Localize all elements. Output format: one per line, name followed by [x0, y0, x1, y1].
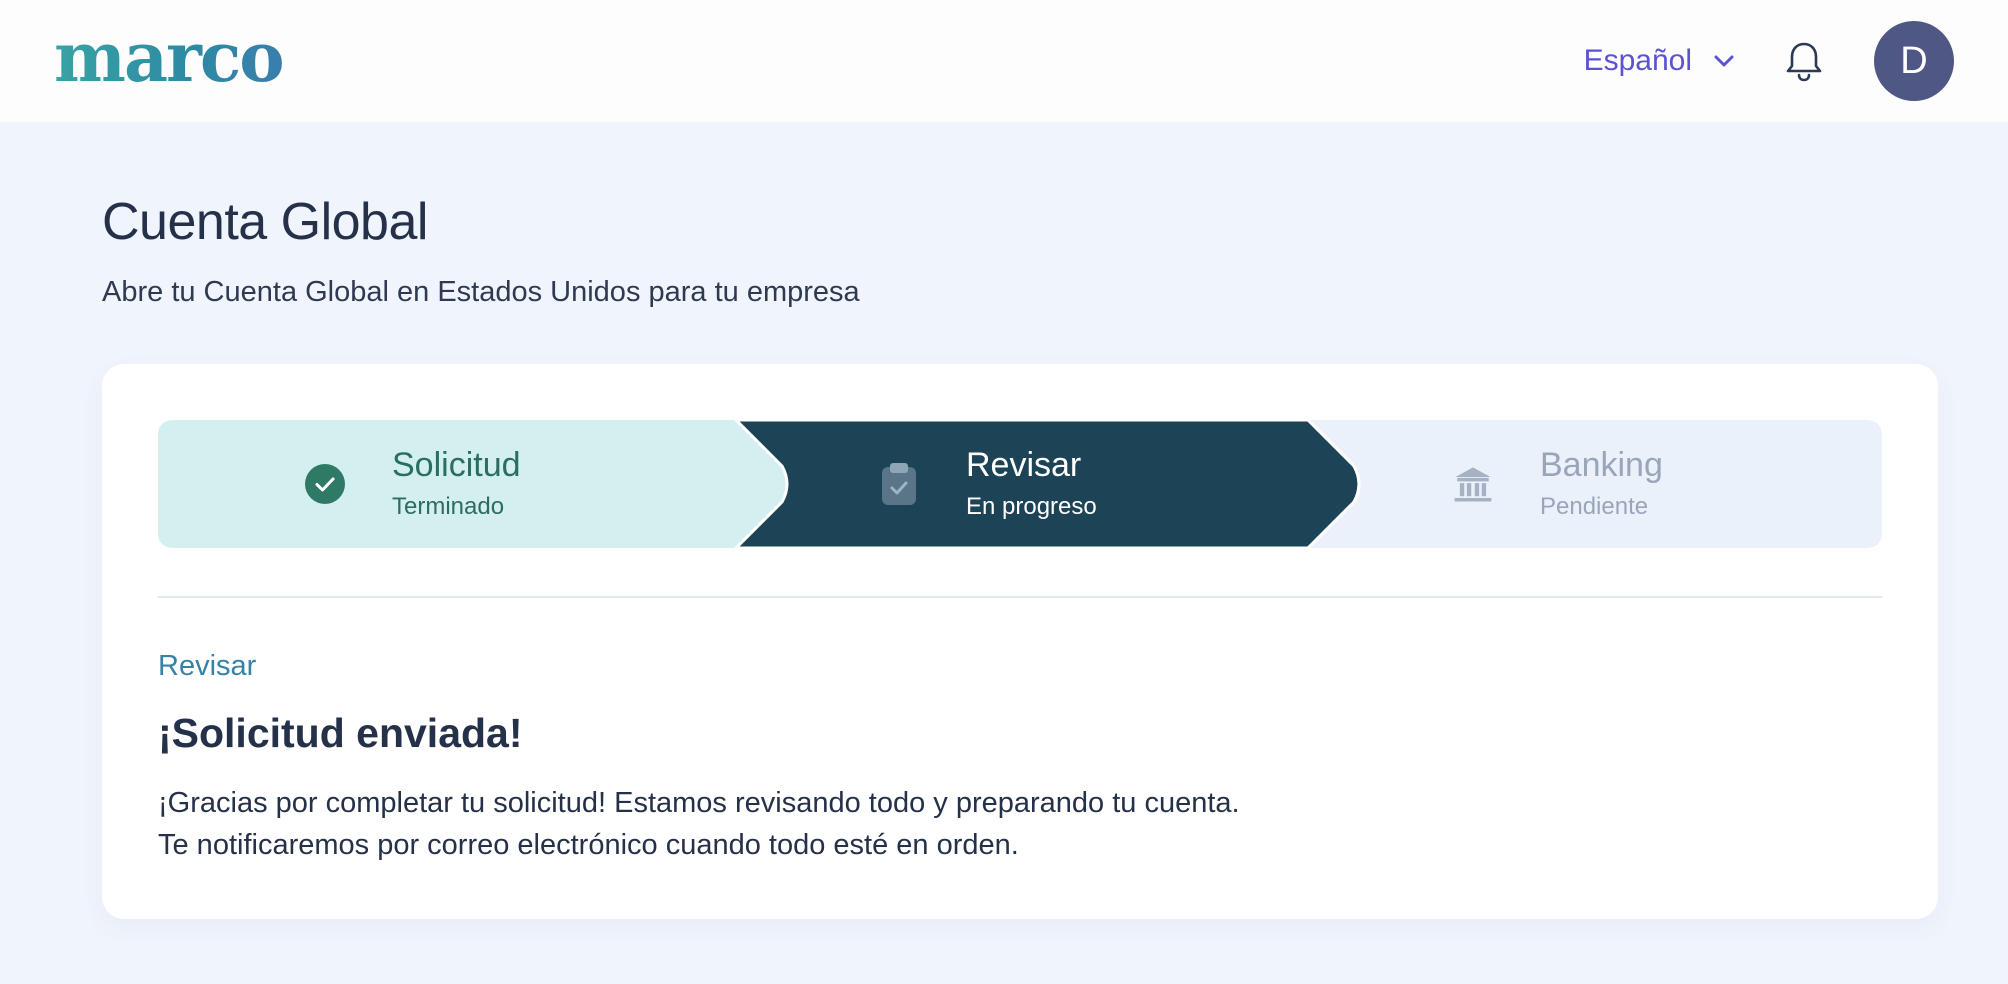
- step-text: Banking Pendiente: [1540, 444, 1663, 524]
- page-subtitle: Abre tu Cuenta Global en Estados Unidos …: [102, 276, 860, 308]
- check-circle-icon: [304, 463, 346, 505]
- top-right-controls: Español D: [1584, 21, 1954, 101]
- step-text: Revisar En progreso: [966, 444, 1097, 524]
- step-label: Banking: [1540, 446, 1663, 484]
- step-status: Pendiente: [1540, 493, 1649, 520]
- section-label: Revisar: [158, 650, 257, 682]
- progress-stepper: Solicitud Terminado Revisar En progreso: [158, 420, 1882, 548]
- step-text: Solicitud Terminado: [392, 444, 521, 524]
- chevron-down-icon: [1714, 55, 1734, 67]
- step-label: Revisar: [966, 446, 1082, 484]
- bell-icon[interactable]: [1782, 39, 1826, 83]
- marco-logo[interactable]: marco: [54, 24, 285, 92]
- step-revisar[interactable]: Revisar En progreso: [878, 420, 1097, 548]
- onboarding-card: Solicitud Terminado Revisar En progreso: [102, 364, 1938, 919]
- language-label: Español: [1583, 44, 1692, 77]
- top-navigation-bar: marco Español D: [0, 0, 2008, 122]
- body-line: Te notificaremos por correo electrónico …: [158, 829, 1019, 861]
- step-status: Terminado: [392, 493, 505, 520]
- page-title: Cuenta Global: [102, 193, 428, 251]
- step-label: Solicitud: [392, 446, 521, 484]
- step-solicitud[interactable]: Solicitud Terminado: [304, 420, 521, 548]
- step-banking[interactable]: Banking Pendiente: [1452, 420, 1663, 548]
- user-avatar[interactable]: D: [1874, 21, 1954, 101]
- body-line: ¡Gracias por completar tu solicitud! Est…: [158, 787, 1240, 819]
- bank-icon: [1452, 463, 1494, 505]
- clipboard-check-icon: [878, 463, 920, 505]
- step-status: En progreso: [966, 493, 1097, 520]
- language-selector[interactable]: Español: [1584, 44, 1734, 78]
- section-body: ¡Gracias por completar tu solicitud! Est…: [158, 782, 1240, 866]
- section-heading: ¡Solicitud enviada!: [158, 710, 523, 756]
- section-divider: [158, 596, 1882, 598]
